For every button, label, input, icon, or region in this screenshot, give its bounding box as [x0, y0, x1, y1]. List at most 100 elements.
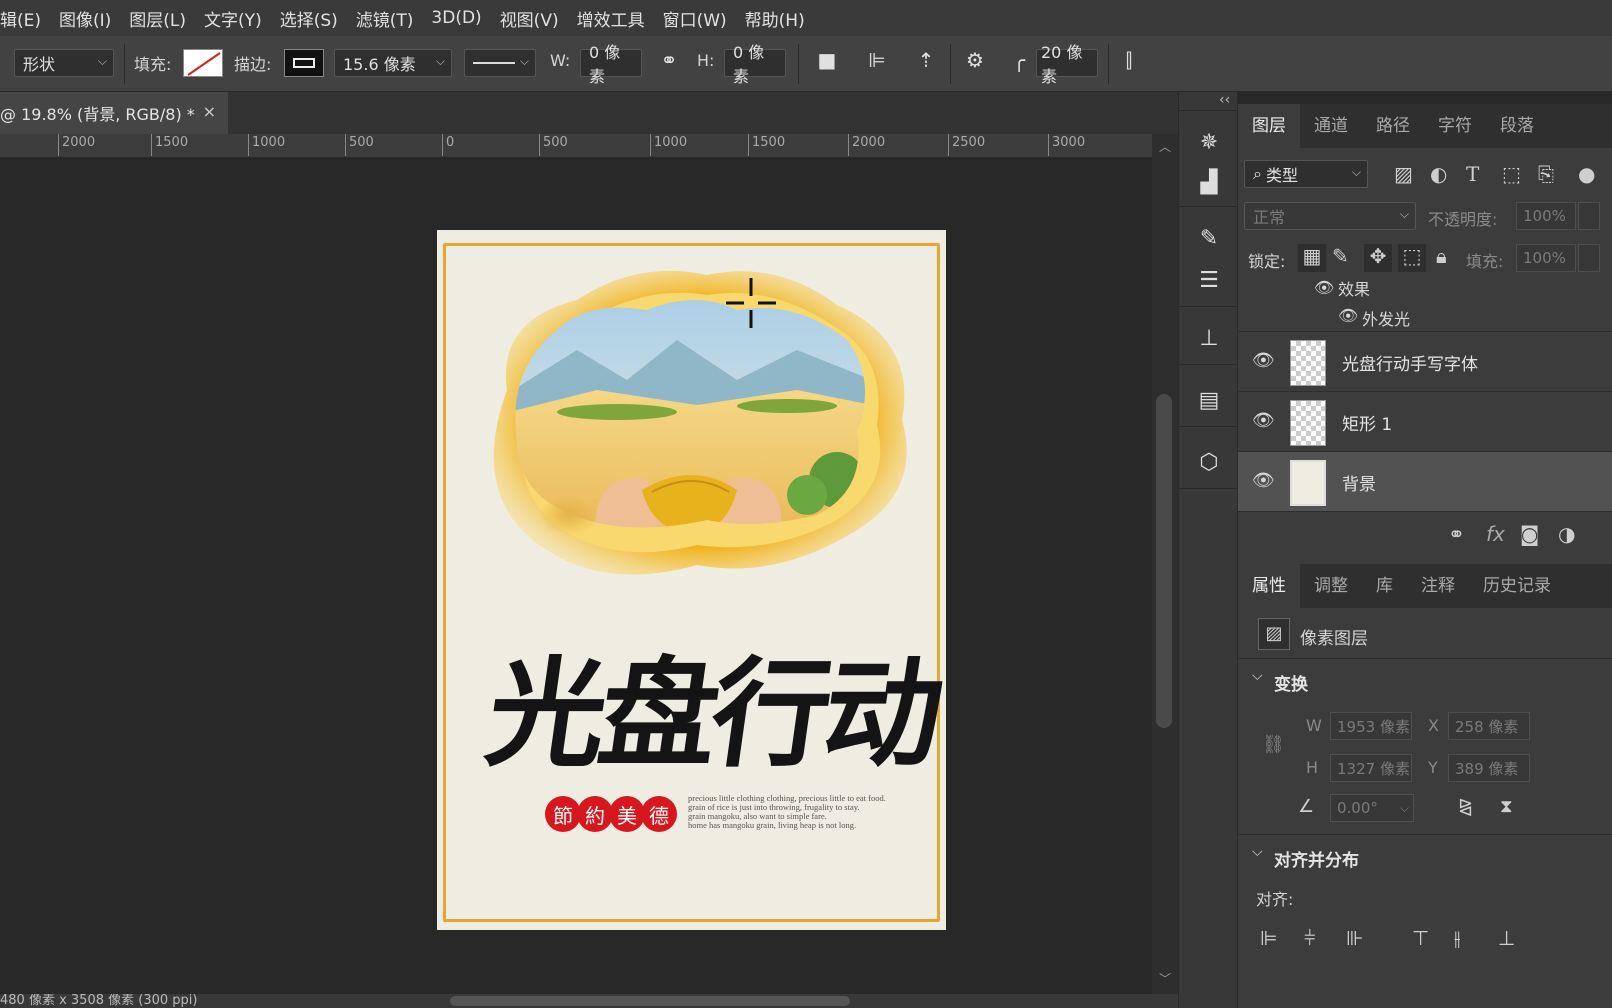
clone-source-icon[interactable]: ⊥ [1191, 320, 1227, 356]
effects-row[interactable]: 👁︎ 效果 [1238, 280, 1612, 300]
histogram-icon[interactable]: ▟ [1191, 164, 1227, 200]
align-bottom-icon[interactable]: ⊥ [1498, 926, 1515, 950]
menu-window[interactable]: 窗口(W) [654, 6, 736, 31]
align-top-icon[interactable]: ⊤ [1412, 926, 1429, 950]
width-field[interactable]: 0 像素 [580, 43, 642, 86]
path-alignment-icon[interactable]: ⊫ [862, 48, 892, 72]
path-arrangement-icon[interactable]: ⇡ [910, 48, 942, 72]
menu-select[interactable]: 选择(S) [271, 6, 347, 31]
stroke-width-field[interactable]: 15.6 像素 ⌵ [334, 49, 452, 77]
lock-brush-icon[interactable]: ✎ [1332, 244, 1349, 268]
link-layers-icon[interactable]: ⚭ [1448, 522, 1465, 546]
align-edges-icon[interactable]: ⫿ [1114, 48, 1144, 72]
add-mask-icon[interactable]: ◙ [1520, 522, 1539, 546]
rotation-angle-field[interactable]: 0.00° ⌵ [1330, 794, 1414, 822]
lock-artboard-icon[interactable]: ⬚ [1398, 244, 1426, 272]
tab-history[interactable]: 历史记录 [1469, 564, 1565, 608]
menu-edit[interactable]: 辑(E) [0, 6, 50, 31]
chevron-down-icon[interactable]: ⌵ [1252, 668, 1263, 684]
transform-y-field[interactable]: 389 像素 [1448, 754, 1530, 782]
tab-channels[interactable]: 通道 [1300, 104, 1362, 148]
filter-toggle-icon[interactable]: ● [1578, 162, 1595, 186]
stroke-type-dropdown[interactable]: ⌵ [464, 49, 536, 77]
gear-icon[interactable]: ⚙ [960, 48, 990, 72]
flip-horizontal-icon[interactable]: ⧎ [1458, 796, 1473, 817]
tab-paths[interactable]: 路径 [1362, 104, 1424, 148]
path-operations-icon[interactable]: ■ [812, 48, 842, 72]
tab-properties[interactable]: 属性 [1238, 564, 1300, 608]
transform-width-field[interactable]: 1953 像素 [1330, 712, 1412, 740]
align-horizontal-center-icon[interactable]: ⫩ [1304, 926, 1315, 950]
document-tab[interactable]: @ 19.8% (背景, RGB/8) * × [0, 92, 228, 134]
eye-icon[interactable]: 👁︎ [1252, 410, 1275, 431]
scrollbar-thumb[interactable] [1156, 394, 1172, 728]
transform-height-field[interactable]: 1327 像素 [1330, 754, 1412, 782]
tool-presets-icon[interactable]: ☰ [1191, 262, 1227, 298]
menu-type[interactable]: 文字(Y) [195, 6, 271, 31]
eye-icon[interactable]: 👁︎ [1252, 470, 1275, 491]
height-value: 0 像素 [733, 43, 765, 86]
chevron-down-icon[interactable]: ⌵ [1252, 844, 1263, 860]
link-dimensions-icon[interactable]: ⛓ [1262, 734, 1285, 755]
menu-plugins[interactable]: 增效工具 [568, 6, 654, 31]
filter-adjustment-icon[interactable]: ◐ [1430, 162, 1447, 186]
lock-all-icon[interactable]: 🔒︎ [1436, 244, 1447, 268]
navigator-icon[interactable]: ✵ [1191, 124, 1227, 160]
align-right-icon[interactable]: ⊪ [1346, 926, 1363, 950]
new-adjustment-icon[interactable]: ◑ [1558, 522, 1575, 546]
menu-filter[interactable]: 滤镜(T) [347, 6, 423, 31]
align-vertical-center-icon[interactable]: ⫲ [1454, 926, 1460, 950]
menu-help[interactable]: 帮助(H) [736, 6, 814, 31]
transform-x-field[interactable]: 258 像素 [1448, 712, 1530, 740]
link-icon[interactable]: ⚭ [654, 48, 684, 72]
opacity-field[interactable]: 100% [1516, 202, 1576, 230]
tool-mode-dropdown[interactable]: 形状 ⌵ [14, 49, 114, 77]
fill-field[interactable]: 100% [1516, 244, 1576, 272]
opacity-dropdown[interactable] [1578, 202, 1600, 230]
eye-icon[interactable]: 👁︎ [1314, 280, 1334, 297]
menu-3d[interactable]: 3D(D) [422, 8, 490, 28]
tab-libraries[interactable]: 库 [1362, 564, 1407, 608]
tab-notes[interactable]: 注释 [1407, 564, 1469, 608]
corner-radius-field[interactable]: 20 像素 [1036, 43, 1098, 86]
lock-move-icon[interactable]: ✥ [1364, 244, 1392, 272]
menu-view[interactable]: 视图(V) [491, 6, 568, 31]
close-icon[interactable]: × [203, 102, 216, 121]
fx-icon[interactable]: fx [1486, 522, 1505, 546]
menu-layer[interactable]: 图层(L) [120, 6, 195, 31]
effect-outer-glow-row[interactable]: 👁︎ 外发光 [1238, 302, 1612, 332]
info-panel-icon[interactable]: ▤ [1191, 382, 1227, 418]
filter-type-icon[interactable]: T [1466, 162, 1479, 186]
fill-swatch[interactable] [183, 49, 223, 77]
tab-paragraph[interactable]: 段落 [1486, 104, 1548, 148]
scroll-up-icon[interactable]: ︿ [1159, 138, 1171, 155]
align-left-icon[interactable]: ⊫ [1260, 926, 1277, 950]
horizontal-scrollbar-thumb[interactable] [450, 996, 850, 1006]
blend-mode-dropdown[interactable]: 正常 ⌵ [1244, 202, 1416, 230]
stroke-swatch[interactable] [284, 49, 324, 77]
layer-row[interactable]: 👁︎ 矩形 1 [1238, 392, 1612, 452]
layer-row-selected[interactable]: 👁︎ 背景 [1238, 452, 1612, 512]
layer-filter-dropdown[interactable]: ⌕ 类型 ⌵ [1244, 160, 1368, 188]
scroll-down-icon[interactable]: ﹀ [1159, 970, 1171, 987]
tab-character[interactable]: 字符 [1424, 104, 1486, 148]
filter-shape-icon[interactable]: ⬚ [1502, 162, 1521, 186]
flip-vertical-icon[interactable]: ⧗ [1500, 796, 1513, 817]
lock-transparent-icon[interactable]: ▦ [1298, 244, 1326, 272]
filter-pixel-icon[interactable]: ▨ [1394, 162, 1413, 186]
tab-layers[interactable]: 图层 [1238, 104, 1300, 148]
eye-icon[interactable]: 👁︎ [1338, 306, 1358, 325]
document-size-info: 480 像素 x 3508 像素 (300 ppi) [0, 994, 198, 1008]
vertical-scrollbar[interactable]: ︿ ﹀ [1152, 134, 1178, 994]
canvas-area[interactable]: 光盘行动 節 約 美 德 precious little clothing cl… [0, 158, 1152, 994]
filter-smart-object-icon[interactable]: ⎘ [1538, 162, 1554, 186]
3d-cube-icon[interactable]: ⬡ [1191, 444, 1227, 480]
eye-icon[interactable]: 👁︎ [1252, 350, 1275, 371]
layer-row[interactable]: 👁︎ 光盘行动手写字体 [1238, 332, 1612, 392]
brush-settings-icon[interactable]: ✎ [1191, 220, 1227, 256]
collapse-panels-icon[interactable]: ‹‹ [1219, 92, 1230, 108]
tab-adjustments[interactable]: 调整 [1300, 564, 1362, 608]
menu-image[interactable]: 图像(I) [50, 6, 120, 31]
fill-dropdown[interactable] [1578, 244, 1600, 272]
height-field[interactable]: 0 像素 [724, 43, 786, 86]
